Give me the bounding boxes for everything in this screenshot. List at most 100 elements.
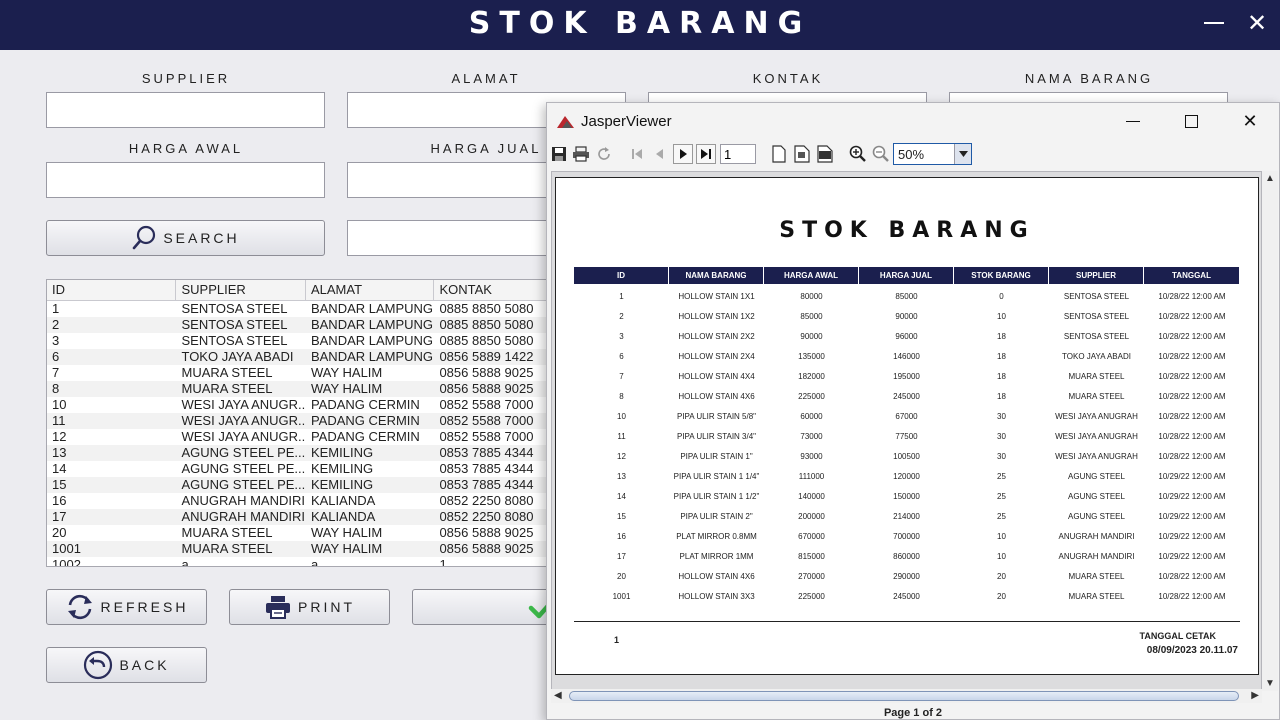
- window-minimize-button[interactable]: [1204, 22, 1224, 24]
- next-page-icon[interactable]: [673, 144, 693, 164]
- scroll-right-icon[interactable]: ▶: [1251, 690, 1259, 701]
- table-cell: KALIANDA: [310, 509, 376, 524]
- table-row[interactable]: 1001 MUARA STEEL WAY HALIM 0856 5888 9025: [47, 541, 547, 557]
- report-cell: 10: [997, 532, 1006, 541]
- last-page-icon[interactable]: [696, 144, 716, 164]
- table-row[interactable]: 20 MUARA STEEL WAY HALIM 0856 5888 9025: [47, 525, 547, 541]
- report-cell: 14: [617, 492, 626, 501]
- supplier-input[interactable]: [46, 92, 325, 128]
- first-page-icon[interactable]: [627, 144, 647, 164]
- harga-awal-input[interactable]: [46, 162, 325, 198]
- report-cell: PIPA ULIR STAIN 5/8": [676, 412, 756, 421]
- supplier-table[interactable]: ID SUPPLIER ALAMAT KONTAK 1 SENTOSA STEEL…: [46, 279, 548, 567]
- reload-icon[interactable]: [594, 144, 614, 164]
- report-row: 10 PIPA ULIR STAIN 5/8" 60000 67000 30 WESI J…: [574, 407, 1240, 427]
- report-cell: 10/28/22 12:00 AM: [1158, 292, 1226, 301]
- back-button[interactable]: BACK: [46, 647, 207, 683]
- table-cell: 6: [52, 349, 60, 364]
- column-header-supplier[interactable]: SUPPLIER: [176, 280, 306, 300]
- table-row[interactable]: 16 ANUGRAH MANDIRI KALIANDA 0852 2250 8080: [47, 493, 547, 509]
- vertical-scrollbar[interactable]: ▲ ▼: [1262, 171, 1278, 691]
- table-cell: MUARA STEEL: [181, 365, 273, 380]
- table-row[interactable]: 15 AGUNG STEEL PE... KEMILING 0853 7885 434…: [47, 477, 547, 493]
- table-row[interactable]: 1002 a a 1: [47, 557, 547, 567]
- column-header-alamat[interactable]: ALAMAT: [306, 280, 435, 300]
- scroll-left-icon[interactable]: ◀: [554, 690, 562, 701]
- window-close-button[interactable]: ✕: [1244, 8, 1270, 38]
- table-cell: a: [181, 557, 189, 567]
- column-header-id[interactable]: ID: [47, 280, 177, 300]
- report-cell: 670000: [798, 532, 825, 541]
- table-row[interactable]: 7 MUARA STEEL WAY HALIM 0856 5888 9025: [47, 365, 547, 381]
- search-button[interactable]: SEARCH: [46, 220, 325, 256]
- report-cell: 245000: [893, 392, 920, 401]
- table-cell: MUARA STEEL: [181, 525, 273, 540]
- report-cell: PIPA ULIR STAIN 1 1/2": [673, 492, 760, 501]
- table-row[interactable]: 1 SENTOSA STEEL BANDAR LAMPUNG 0885 8850 50…: [47, 301, 547, 317]
- report-viewport[interactable]: STOK BARANG ID NAMA BARANG HARGA AWAL HA…: [551, 171, 1262, 691]
- report-cell: ANUGRAH MANDIRI: [1058, 552, 1135, 561]
- fit-width-icon[interactable]: [815, 144, 835, 164]
- print-button[interactable]: PRINT: [229, 589, 390, 625]
- report-row: 14 PIPA ULIR STAIN 1 1/2" 140000 150000 25 AG…: [574, 487, 1240, 507]
- report-cell: 10/28/22 12:00 AM: [1158, 412, 1226, 421]
- table-row[interactable]: 11 WESI JAYA ANUGR... PADANG CERMIN 0852 55…: [47, 413, 547, 429]
- scroll-down-icon[interactable]: ▼: [1265, 678, 1275, 689]
- table-row[interactable]: 17 ANUGRAH MANDIRI KALIANDA 0852 2250 8080: [47, 509, 547, 525]
- page-number-input[interactable]: [720, 144, 756, 164]
- table-cell: 12: [52, 429, 67, 444]
- table-cell: KEMILING: [310, 477, 374, 492]
- print-icon[interactable]: [571, 144, 591, 164]
- report-cell: 150000: [893, 492, 920, 501]
- refresh-button[interactable]: REFRESH: [46, 589, 207, 625]
- save-icon[interactable]: [549, 144, 569, 164]
- table-row[interactable]: 14 AGUNG STEEL PE... KEMILING 0853 7885 434…: [47, 461, 547, 477]
- column-header-kontak[interactable]: KONTAK: [434, 280, 547, 300]
- jasperviewer-maximize-button[interactable]: [1185, 115, 1198, 128]
- report-col-id: ID: [574, 267, 669, 284]
- table-row[interactable]: 8 MUARA STEEL WAY HALIM 0856 5888 9025: [47, 381, 547, 397]
- refresh-icon: [67, 594, 92, 620]
- table-cell: KALIANDA: [310, 493, 376, 508]
- table-row[interactable]: 3 SENTOSA STEEL BANDAR LAMPUNG 0885 8850 50…: [47, 333, 547, 349]
- table-row[interactable]: 2 SENTOSA STEEL BANDAR LAMPUNG 0885 8850 50…: [47, 317, 547, 333]
- table-cell: BANDAR LAMPUNG: [310, 301, 434, 316]
- report-cell: 25: [997, 512, 1006, 521]
- report-print-date-label: TANGGAL CETAK: [1139, 631, 1217, 641]
- report-cell: 10/29/22 12:00 AM: [1158, 472, 1226, 481]
- previous-page-icon[interactable]: [650, 144, 670, 164]
- report-cell: 85000: [895, 292, 918, 301]
- back-button-label: BACK: [119, 657, 170, 673]
- table-row[interactable]: 12 WESI JAYA ANUGR... PADANG CERMIN 0852 55…: [47, 429, 547, 445]
- table-cell: 0885 8850 5080: [439, 333, 534, 348]
- table-row[interactable]: 6 TOKO JAYA ABADI BANDAR LAMPUNG 0856 5889 …: [47, 349, 547, 365]
- table-cell: 0852 5588 7000: [439, 429, 534, 444]
- jasperviewer-minimize-button[interactable]: [1126, 121, 1140, 122]
- report-cell: 80000: [800, 292, 823, 301]
- table-cell: 17: [52, 509, 67, 524]
- report-cell: 111000: [798, 472, 825, 481]
- horizontal-scrollbar[interactable]: ◀ ▶: [551, 689, 1262, 703]
- horizontal-scroll-thumb[interactable]: [569, 691, 1239, 701]
- table-cell: 16: [52, 493, 67, 508]
- table-row[interactable]: 13 AGUNG STEEL PE... KEMILING 0853 7885 434…: [47, 445, 547, 461]
- jasperviewer-close-button[interactable]: ✕: [1240, 111, 1260, 133]
- actual-size-icon[interactable]: [769, 144, 789, 164]
- report-cell: 20: [997, 592, 1006, 601]
- report-cell: 18: [997, 372, 1006, 381]
- search-icon: [133, 225, 156, 250]
- table-cell: WESI JAYA ANUGR...: [181, 397, 306, 412]
- report-row: 2 HOLLOW STAIN 1X2 85000 90000 10 SENTOSA STE…: [574, 307, 1240, 327]
- report-cell: 77500: [895, 432, 918, 441]
- chevron-down-icon[interactable]: [954, 144, 971, 164]
- report-cell: SENTOSA STEEL: [1063, 312, 1130, 321]
- report-cell: 7: [619, 372, 624, 381]
- table-row[interactable]: 10 WESI JAYA ANUGR... PADANG CERMIN 0852 55…: [47, 397, 547, 413]
- zoom-out-icon[interactable]: [871, 144, 891, 164]
- zoom-select[interactable]: 50%: [893, 143, 972, 165]
- zoom-in-icon[interactable]: [848, 144, 868, 164]
- page-status: Page 1 of 2: [883, 707, 943, 719]
- scroll-up-icon[interactable]: ▲: [1265, 173, 1275, 184]
- fit-page-icon[interactable]: [792, 144, 812, 164]
- table-cell: 0856 5888 9025: [439, 381, 534, 396]
